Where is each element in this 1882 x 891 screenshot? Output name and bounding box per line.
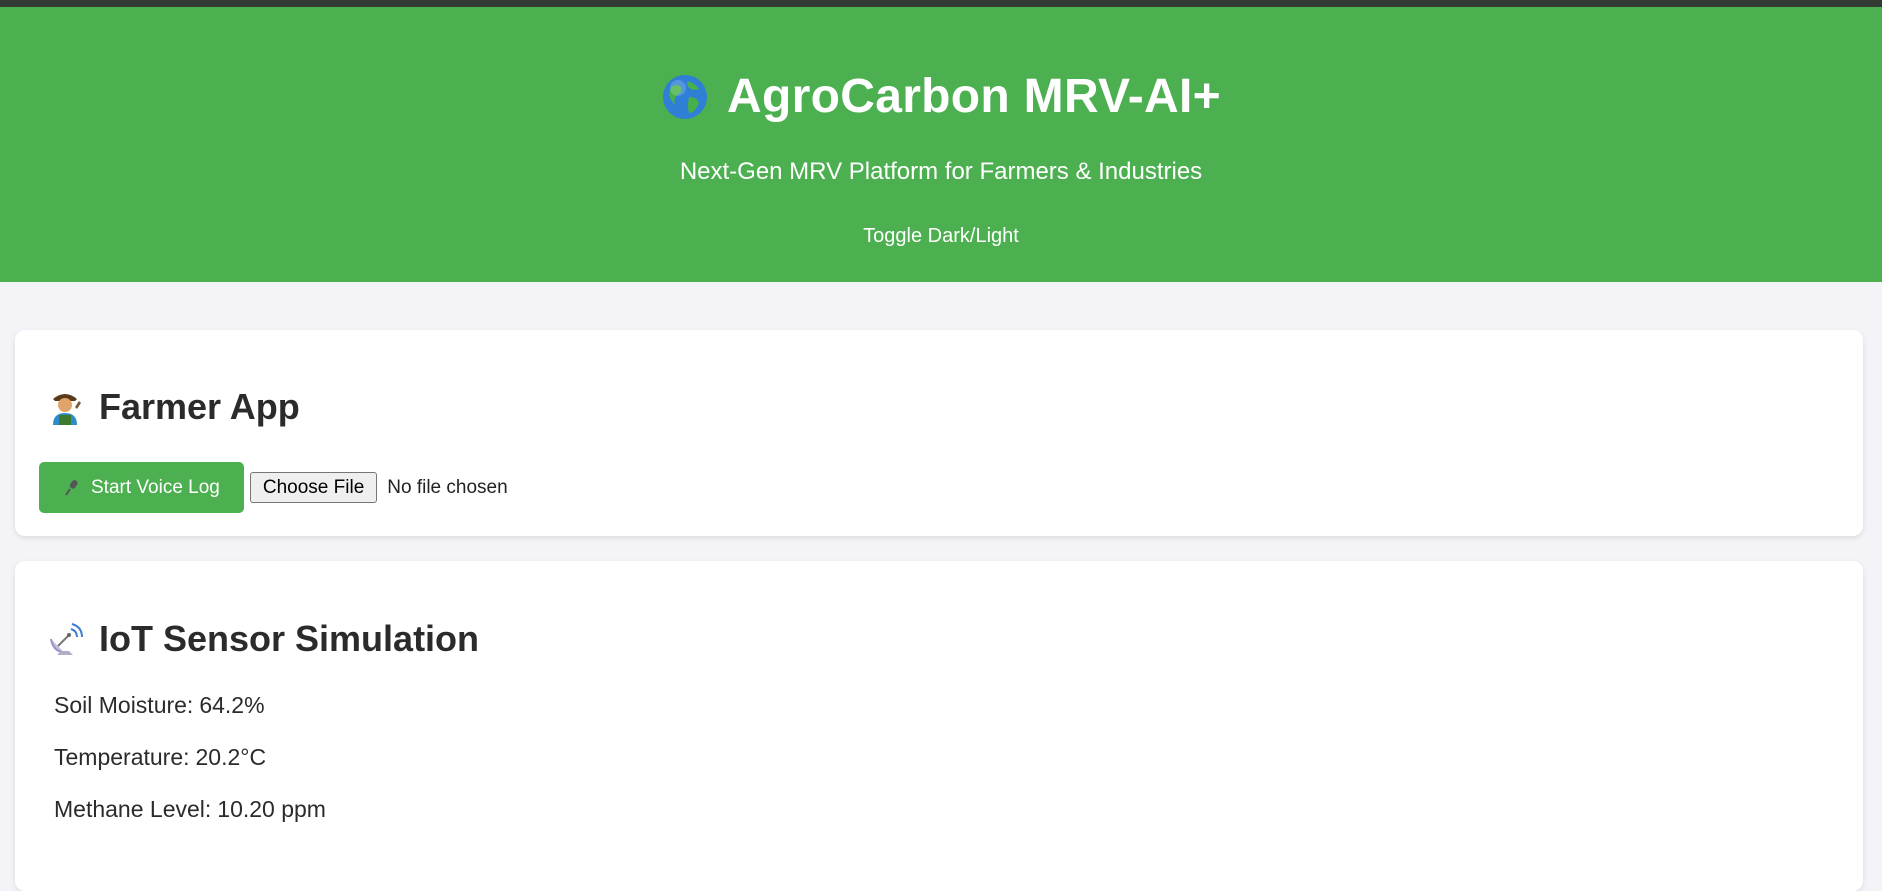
farmer-app-title: Farmer App [99,386,300,427]
farmer-controls: Start Voice Log Choose File No file chos… [39,462,508,513]
app-subtitle: Next-Gen MRV Platform for Farmers & Indu… [679,158,1203,185]
iot-sensor-card: IoT Sensor Simulation Soil Moisture: 64.… [15,561,1863,891]
window-top-bar [0,0,1882,7]
farmer-app-card: Farmer App Start Voice Log Choose File N… [15,330,1863,536]
app-header: AgroCarbon MRV-AI+ Next-Gen MRV Platform… [0,7,1882,282]
sensor-label: Methane Level: [54,796,212,822]
farmer-icon [45,387,85,427]
theme-toggle-button[interactable]: Toggle Dark/Light [855,221,1027,252]
sensor-value: 20.2°C [195,744,267,770]
sensor-label: Soil Moisture: [54,692,194,718]
satellite-dish-icon [45,619,85,659]
choose-file-button[interactable]: Choose File [249,472,378,503]
sensor-soil-moisture: Soil Moisture: 64.2% [54,692,265,719]
sensor-label: Temperature: [54,744,190,770]
sensor-methane: Methane Level: 10.20 ppm [54,796,326,823]
sensor-value: 64.2% [199,692,265,718]
iot-heading: IoT Sensor Simulation [45,618,479,660]
file-status: No file chosen [387,476,508,498]
sensor-temperature: Temperature: 20.2°C [54,744,266,771]
title-row: AgroCarbon MRV-AI+ [0,69,1882,124]
globe-icon [661,73,709,121]
app-title: AgroCarbon MRV-AI+ [727,70,1221,123]
start-voice-log-button[interactable]: Start Voice Log [39,462,244,513]
start-voice-log-label: Start Voice Log [91,476,220,498]
sensor-value: 10.20 ppm [217,796,326,822]
farmer-app-heading: Farmer App [45,386,300,428]
iot-title: IoT Sensor Simulation [99,618,480,659]
microphone-icon [63,478,83,498]
